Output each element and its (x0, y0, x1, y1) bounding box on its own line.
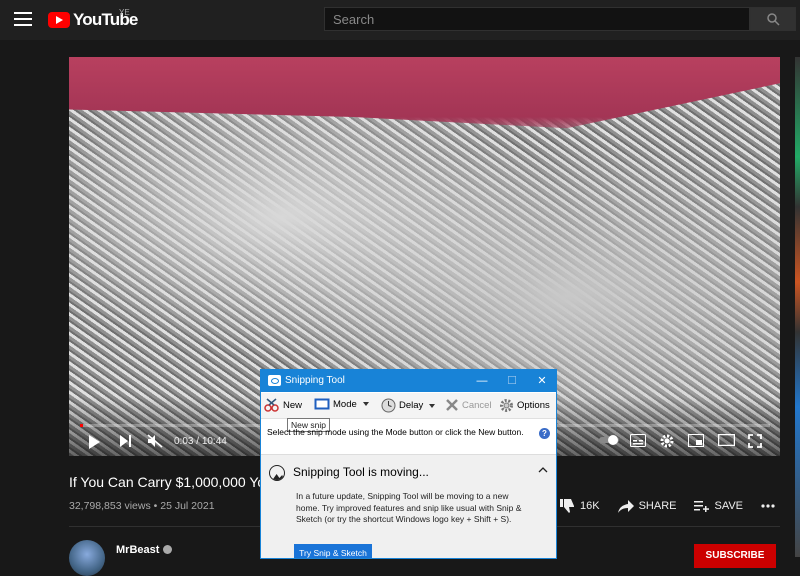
video-actions: 16K SHARE SAVE (560, 499, 798, 513)
snipping-tool-app-icon (268, 375, 281, 386)
autoplay-toggle-icon[interactable] (599, 434, 621, 446)
view-count: 32,798,853 views (69, 500, 151, 512)
more-actions-button[interactable] (761, 504, 780, 508)
close-button[interactable]: ✕ (527, 370, 556, 392)
snip-instructions: Select the snip mode using the Mode butt… (267, 427, 524, 437)
share-icon (617, 499, 634, 513)
snipping-toolbar: New Mode Delay Cancel Options (261, 393, 556, 419)
playlist-add-icon (694, 501, 710, 512)
scissors-icon (264, 398, 279, 412)
snipping-tool-title: Snipping Tool (285, 375, 345, 386)
masthead: YouTube YE (0, 0, 800, 40)
time-separator: / (193, 436, 202, 447)
settings-gear-icon[interactable] (660, 434, 674, 448)
snipping-tool-window: Snipping Tool — ☐ ✕ New Mode Delay Cance… (260, 369, 557, 559)
verified-badge-icon (163, 545, 173, 554)
mode-dropdown-icon[interactable] (362, 402, 369, 406)
time-current: 0:03 (174, 436, 194, 447)
options-gear-icon (500, 399, 513, 412)
snipping-tool-titlebar[interactable]: Snipping Tool — ☐ ✕ (261, 370, 556, 392)
time-display: 0:03 / 10:44 (174, 436, 227, 447)
subscribe-button[interactable]: SUBSCRIBE (694, 544, 776, 568)
channel-name-row: MrBeast (116, 544, 173, 556)
channel-name[interactable]: MrBeast (116, 544, 159, 556)
mode-button[interactable]: Mode (314, 398, 369, 410)
delay-label: Delay (399, 400, 424, 411)
search-input[interactable] (325, 8, 749, 30)
share-button[interactable]: SHARE (617, 499, 677, 513)
help-icon[interactable]: ? (539, 428, 550, 439)
new-label: New (283, 399, 303, 411)
search-icon (767, 13, 780, 26)
notice-body: In a future update, Snipping Tool will b… (296, 491, 522, 524)
save-label: SAVE (714, 500, 744, 512)
progress-fill (80, 424, 84, 427)
maximize-button[interactable]: ☐ (497, 370, 527, 392)
dislike-count: 16K (580, 500, 600, 512)
chevron-up-icon[interactable] (538, 465, 548, 475)
search-box (324, 7, 750, 31)
theater-mode-icon[interactable] (718, 434, 735, 446)
dislike-button[interactable]: 16K (560, 499, 600, 513)
time-total: 10:44 (201, 436, 227, 447)
clock-icon (381, 398, 396, 413)
video-frame-wall (69, 57, 780, 129)
cancel-x-icon (446, 399, 458, 411)
minimize-button[interactable]: — (467, 370, 497, 392)
rectangle-mode-icon (314, 398, 330, 410)
more-horizontal-icon (761, 504, 775, 508)
delay-dropdown-icon[interactable] (429, 403, 436, 408)
mute-icon[interactable] (147, 434, 163, 448)
moving-notice: Snipping Tool is moving... In a future u… (261, 454, 556, 558)
country-code: YE (119, 8, 130, 17)
thumbs-down-icon (560, 499, 574, 513)
delay-button[interactable]: Delay (381, 398, 436, 413)
subtitles-icon[interactable] (630, 434, 646, 447)
cancel-button[interactable]: Cancel (445, 398, 492, 412)
save-button[interactable]: SAVE (694, 500, 743, 512)
notice-title: Snipping Tool is moving... (293, 465, 429, 479)
cancel-label: Cancel (462, 399, 492, 411)
youtube-play-icon (48, 12, 70, 28)
video-meta: 32,798,853 views • 25 Jul 2021 (69, 500, 215, 512)
miniplayer-icon[interactable] (688, 434, 704, 447)
fullscreen-icon[interactable] (748, 434, 762, 448)
next-icon[interactable] (119, 434, 133, 448)
video-title: If You Can Carry $1,000,000 You (69, 474, 273, 490)
options-button[interactable]: Options (499, 398, 550, 413)
share-label: SHARE (638, 500, 677, 512)
options-label: Options (517, 400, 550, 411)
upload-date: 25 Jul 2021 (160, 500, 215, 512)
search-button[interactable] (750, 7, 796, 31)
recommendations-strip[interactable] (795, 57, 800, 557)
new-snip-button[interactable]: New (264, 398, 302, 412)
play-icon[interactable] (87, 434, 101, 450)
menu-icon[interactable] (14, 12, 32, 26)
mode-label: Mode (333, 398, 357, 410)
channel-avatar[interactable] (69, 540, 105, 576)
try-snip-sketch-button[interactable]: Try Snip & Sketch (294, 544, 372, 558)
snip-sketch-icon (269, 465, 285, 481)
